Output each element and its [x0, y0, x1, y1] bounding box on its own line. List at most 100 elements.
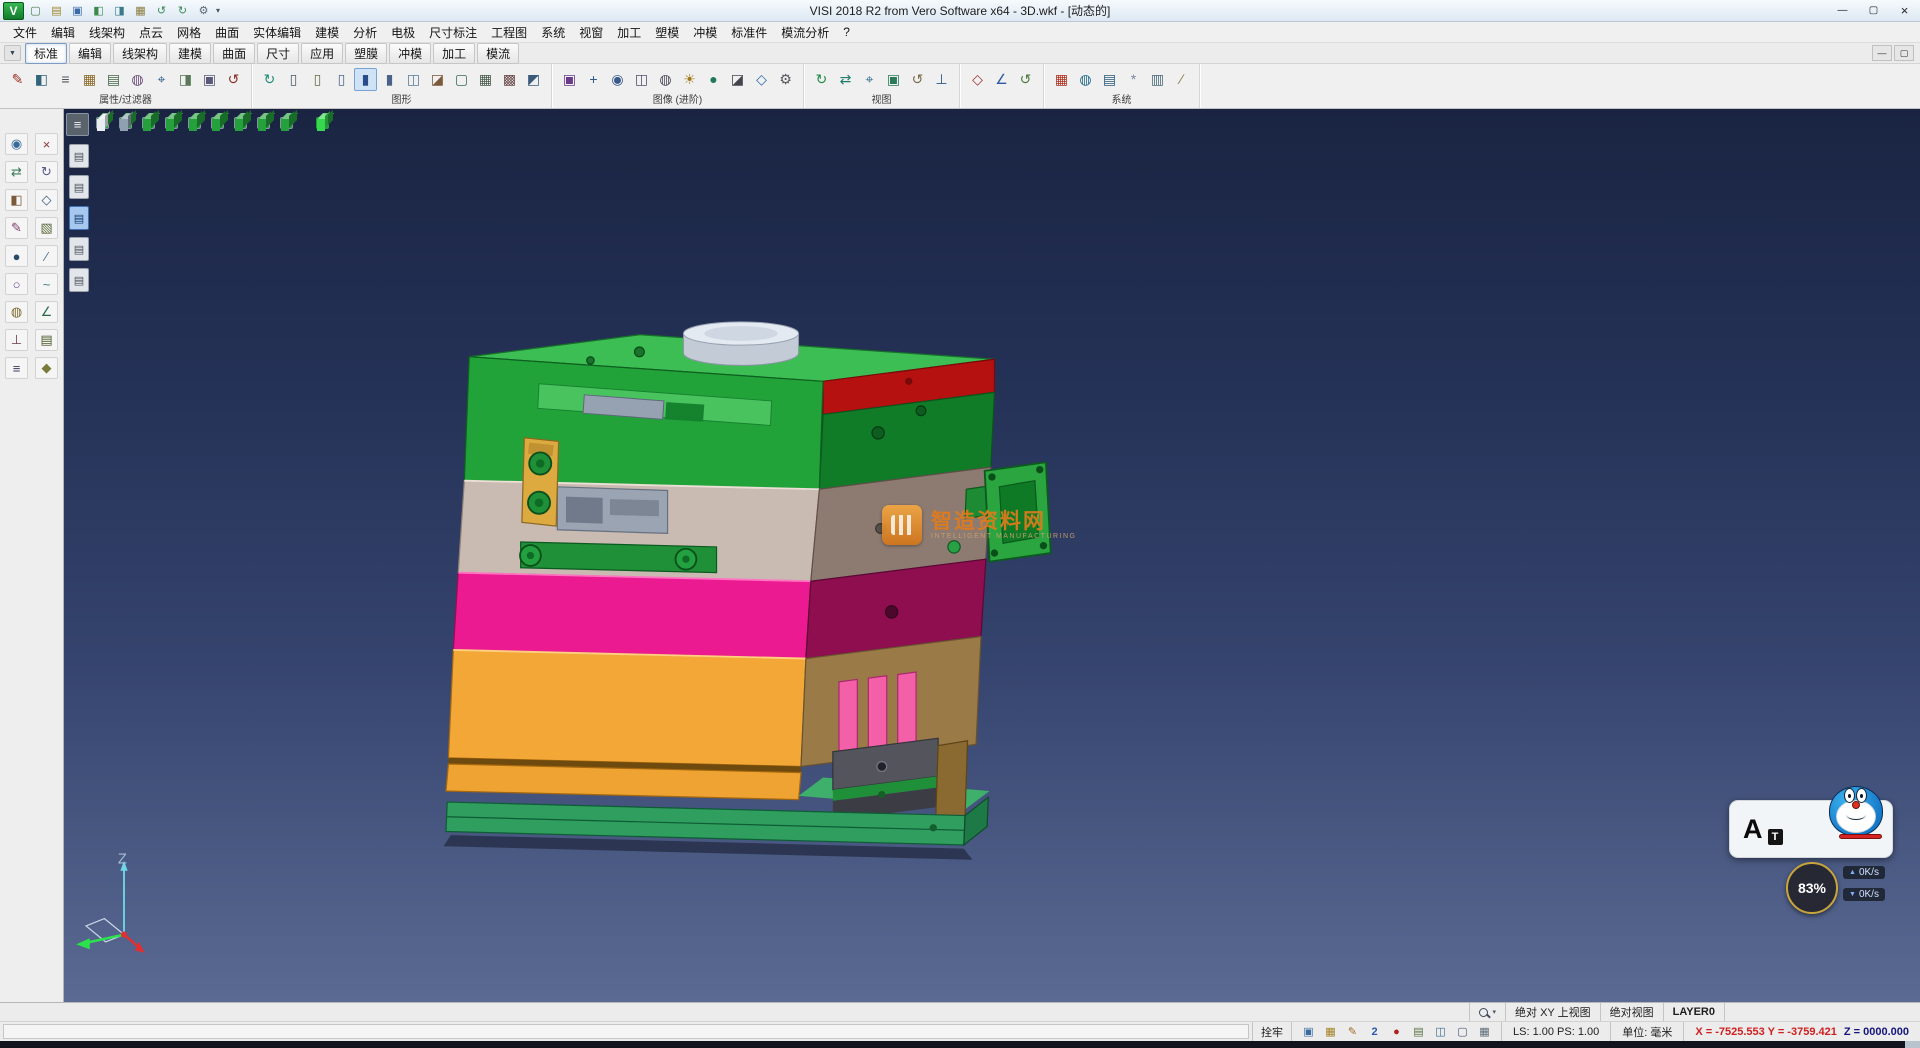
show-desktop-button[interactable]	[1905, 1041, 1920, 1048]
plan-slot-3-icon[interactable]: ▤	[69, 206, 89, 230]
image-zoom-icon[interactable]: ◉	[606, 68, 629, 91]
toolbar-tab[interactable]: 塑膜	[345, 43, 387, 64]
curve-tool-icon[interactable]: ~	[35, 273, 58, 295]
absolute-view-indicator[interactable]: 绝对视图	[1600, 1003, 1663, 1021]
menu-item[interactable]: 视窗	[572, 22, 610, 43]
surface-tool-icon[interactable]: ◍	[5, 301, 28, 323]
view-normal-icon[interactable]: ⊥	[930, 68, 953, 91]
active-layer-indicator[interactable]: LAYER0	[1663, 1003, 1724, 1021]
toolbar-tab[interactable]: 尺寸	[257, 43, 299, 64]
menu-item[interactable]: 尺寸标注	[422, 22, 484, 43]
toolbar-tab[interactable]: 冲模	[389, 43, 431, 64]
perspective-icon[interactable]: ◇	[750, 68, 773, 91]
workplane-align-icon[interactable]: ∠	[990, 68, 1013, 91]
lighting-icon[interactable]: ☀	[678, 68, 701, 91]
undo-icon[interactable]: ↺	[152, 2, 171, 19]
menu-item[interactable]: 模流分析	[774, 22, 836, 43]
os-taskbar[interactable]	[0, 1041, 1920, 1048]
rotate-view-icon[interactable]: ↻	[810, 68, 833, 91]
layer-filter-icon[interactable]: ▤	[102, 68, 125, 91]
mdi-minimize-button[interactable]: —	[1872, 45, 1892, 61]
mirror-tool-icon[interactable]: ◧	[5, 189, 28, 211]
toolbar-tab[interactable]: 加工	[433, 43, 475, 64]
top-view-icon[interactable]	[165, 117, 178, 129]
transparency-icon[interactable]: ◫	[402, 68, 425, 91]
menu-item[interactable]: 工程图	[484, 22, 534, 43]
toolbar-tab[interactable]: 线架构	[113, 43, 167, 64]
menu-item[interactable]: 冲模	[686, 22, 724, 43]
plan-slot-4-icon[interactable]: ▤	[69, 237, 89, 261]
blank-view-icon[interactable]	[96, 117, 109, 129]
snap-settings-icon[interactable]: ◉	[5, 133, 28, 155]
workplane-reset-icon[interactable]: ↺	[1014, 68, 1037, 91]
dynamic-view-icon[interactable]	[316, 117, 329, 129]
menu-item[interactable]: 塑模	[648, 22, 686, 43]
database-icon[interactable]: ▤	[1098, 68, 1121, 91]
maximize-button[interactable]: ▢	[1858, 0, 1889, 21]
move-tool-icon[interactable]: ⇄	[5, 161, 28, 183]
sketch-tool-icon[interactable]: ✎	[5, 217, 28, 239]
image-pan-icon[interactable]: +	[582, 68, 605, 91]
reset-filter-icon[interactable]: ↺	[222, 68, 245, 91]
statusbar-search[interactable]: ▾	[1469, 1003, 1506, 1021]
menu-item[interactable]: 标准件	[724, 22, 774, 43]
properties-panel-icon[interactable]: ≡	[5, 357, 28, 379]
toolbar-tab[interactable]: 标准	[25, 43, 67, 64]
toolbar-tab[interactable]: 模流	[477, 43, 519, 64]
globe-settings-icon[interactable]: ◍	[1074, 68, 1097, 91]
hidden-line-mode-icon[interactable]: ▯	[306, 68, 329, 91]
bottom-view-icon[interactable]	[280, 117, 293, 129]
menu-item[interactable]: 曲面	[208, 22, 246, 43]
redraw-icon[interactable]: ↻	[258, 68, 281, 91]
menu-item[interactable]: ?	[836, 23, 857, 41]
menu-item[interactable]: 线架构	[82, 22, 132, 43]
menu-item[interactable]: 实体编辑	[246, 22, 308, 43]
command-input-field[interactable]	[3, 1024, 1249, 1039]
toolbar-tab[interactable]: 曲面	[213, 43, 255, 64]
background-color-icon[interactable]: ◩	[522, 68, 545, 91]
view-mode-indicator[interactable]: 绝对 XY 上视图	[1505, 1003, 1600, 1021]
annotate-icon[interactable]: ✎	[1344, 1024, 1361, 1039]
snap-toggle-icon[interactable]: ▦	[1322, 1024, 1339, 1039]
previous-view-icon[interactable]: ↺	[906, 68, 929, 91]
zoom-graphic-icon[interactable]: ▢	[450, 68, 473, 91]
close-button[interactable]: ×	[1889, 0, 1920, 21]
dynamic-section-icon[interactable]: ◪	[426, 68, 449, 91]
color-table-icon[interactable]: ▦	[1050, 68, 1073, 91]
monitor-icon[interactable]: ▢	[1454, 1024, 1471, 1039]
layers-panel-icon[interactable]: ▤	[35, 329, 58, 351]
copy-attributes-icon[interactable]: ◧	[30, 68, 53, 91]
wireframe-mode-icon[interactable]: ▯	[282, 68, 305, 91]
render-settings-icon[interactable]: ⚙	[774, 68, 797, 91]
wire-cube-view-icon[interactable]	[119, 117, 132, 129]
iso-view-icon[interactable]	[142, 117, 155, 129]
layer-manager-icon[interactable]: ▥	[1146, 68, 1169, 91]
shaded-edges-icon[interactable]: ▮	[378, 68, 401, 91]
mdi-restore-button[interactable]: ▢	[1894, 45, 1914, 61]
redo-icon[interactable]: ↻	[173, 2, 192, 19]
menu-item[interactable]: 分析	[346, 22, 384, 43]
menu-item[interactable]: 网格	[170, 22, 208, 43]
plan-slot-1-icon[interactable]: ▤	[69, 144, 89, 168]
erase-tool-icon[interactable]: ▧	[35, 217, 58, 239]
menu-item[interactable]: 建模	[308, 22, 346, 43]
viewport-3d[interactable]: Z ≡	[64, 109, 1920, 1002]
lock-toggle[interactable]: 拴牢	[1252, 1022, 1291, 1041]
left-view-icon[interactable]	[234, 117, 247, 129]
layer-quick-icon[interactable]: ▦	[131, 2, 150, 19]
texture-view-icon[interactable]: ▩	[498, 68, 521, 91]
back-view-icon[interactable]	[257, 117, 270, 129]
menu-item[interactable]: 加工	[610, 22, 648, 43]
pick-filter-icon[interactable]: ⌖	[150, 68, 173, 91]
measure-system-icon[interactable]: ∕	[1170, 68, 1193, 91]
new-document-icon[interactable]: ▢	[26, 2, 45, 19]
minimize-button[interactable]: —	[1827, 0, 1858, 21]
quick-shade-icon[interactable]: ▯	[330, 68, 353, 91]
menu-item[interactable]: 点云	[132, 22, 170, 43]
scene-canvas[interactable]: Z	[64, 109, 1920, 1002]
isolate-icon[interactable]: ▣	[198, 68, 221, 91]
rotate-tool-icon[interactable]: ↻	[35, 161, 58, 183]
quickbar-dropdown-icon[interactable]: ▾	[213, 6, 223, 15]
tab-dropdown-icon[interactable]: ▼	[4, 45, 21, 61]
element-filter-icon[interactable]: ≡	[54, 68, 77, 91]
